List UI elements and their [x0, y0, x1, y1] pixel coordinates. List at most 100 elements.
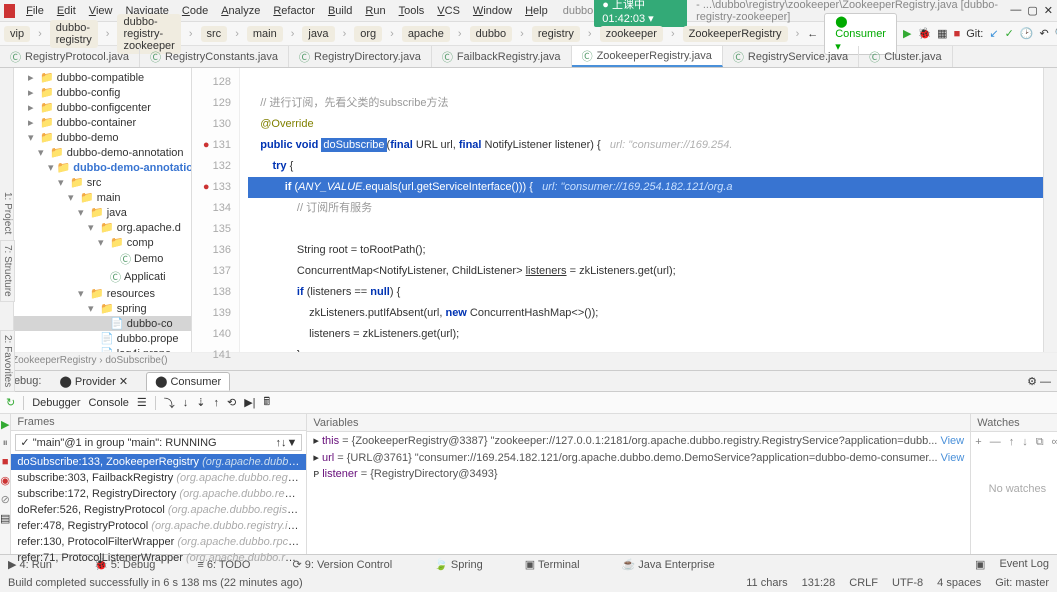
- step-out-icon[interactable]: ↑: [214, 397, 220, 409]
- step-into-icon[interactable]: ↓: [183, 397, 189, 409]
- thread-selector[interactable]: ✓ "main"@1 in group "main": RUNNING ↑↓▼: [15, 434, 302, 451]
- stop-debug-icon[interactable]: ■: [2, 456, 9, 468]
- frame-row[interactable]: refer:130, ProtocolFilterWrapper (org.ap…: [11, 534, 306, 550]
- tree-item-comp[interactable]: ▾📁comp: [14, 235, 191, 250]
- layout-icon[interactable]: ▤: [0, 512, 10, 525]
- force-step-into-icon[interactable]: ⇣: [196, 396, 205, 409]
- run-to-cursor-icon[interactable]: ▶|: [244, 396, 255, 409]
- toolwin-Terminal[interactable]: ▣ Terminal: [525, 558, 580, 571]
- debug-settings-icon[interactable]: ⚙ —: [1027, 375, 1051, 388]
- frame-row[interactable]: doRefer:526, RegistryProtocol (org.apach…: [11, 502, 306, 518]
- tree-item-dubbo-config[interactable]: ▸📁dubbo-config: [14, 85, 191, 100]
- coverage-icon[interactable]: ▦: [937, 27, 947, 40]
- menu-refactor[interactable]: Refactor: [267, 3, 321, 19]
- code-area[interactable]: // 进行订阅，先看父类的subscribe方法 @Override publi…: [240, 68, 1043, 352]
- git-update-icon[interactable]: ↙: [989, 27, 998, 40]
- favorites-tool-tab[interactable]: 2: Favorites: [0, 330, 15, 392]
- menu-code[interactable]: Code: [176, 3, 214, 19]
- up-watch-icon[interactable]: ↑: [1009, 436, 1015, 449]
- frame-row[interactable]: subscribe:172, RegistryDirectory (org.ap…: [11, 486, 306, 502]
- tree-item-Demo[interactable]: ⒸDemo: [14, 250, 191, 268]
- crumb-dubbo[interactable]: dubbo: [470, 26, 513, 42]
- tree-item-dubbo-demo-annotation[interactable]: ▾📁dubbo-demo-annotation: [14, 145, 191, 160]
- menu-run[interactable]: Run: [359, 3, 391, 19]
- frame-row[interactable]: subscribe:303, FailbackRegistry (org.apa…: [11, 470, 306, 486]
- editor-gutter[interactable]: 128129130● 131132● 133134135136137138139…: [192, 68, 240, 352]
- crumb-ZookeeperRegistry[interactable]: ZookeeperRegistry: [683, 26, 788, 42]
- tree-item-dubbo-co[interactable]: 📄dubbo-co: [14, 316, 191, 331]
- crumb-dubbo-registry[interactable]: dubbo-registry: [50, 20, 98, 48]
- tree-item-src[interactable]: ▾📁src: [14, 175, 191, 190]
- frame-row[interactable]: refer:478, RegistryProtocol (org.apache.…: [11, 518, 306, 534]
- status-cell[interactable]: 4 spaces: [937, 577, 981, 589]
- editor-breadcrumbs[interactable]: ZookeeperRegistry › doSubscribe(): [0, 352, 1057, 370]
- evaluate-icon[interactable]: 🖩: [264, 393, 271, 412]
- tab-Cluster.java[interactable]: ⒸCluster.java: [859, 46, 952, 67]
- crumb-src[interactable]: src: [201, 26, 228, 42]
- status-cell[interactable]: CRLF: [849, 577, 878, 589]
- run-icon[interactable]: ▶: [903, 27, 911, 40]
- project-tool-tab[interactable]: 1: Project: [0, 68, 14, 352]
- debug-icon[interactable]: 🐞: [917, 27, 931, 40]
- remove-watch-icon[interactable]: —: [990, 436, 1001, 449]
- toolwin-5Debug[interactable]: 🐞 5: Debug: [94, 558, 155, 571]
- variable-row[interactable]: ▸ url = {URL@3761} "consumer://169.254.1…: [307, 449, 970, 466]
- crumb-java[interactable]: java: [302, 26, 334, 42]
- tab-FailbackRegistry.java[interactable]: ⒸFailbackRegistry.java: [432, 46, 572, 67]
- structure-tool-tab[interactable]: 7: Structure: [0, 240, 15, 302]
- tree-item-Applicati[interactable]: ⒸApplicati: [14, 268, 191, 286]
- tree-item-log4j.prope[interactable]: 📄log4j.prope: [14, 346, 191, 352]
- debug-tab-Provider[interactable]: ⬤ Provider ✕: [51, 373, 136, 390]
- tab-RegistryDirectory.java[interactable]: ⒸRegistryDirectory.java: [289, 46, 432, 67]
- toolwin-6TODO[interactable]: ≡ 6: TODO: [197, 559, 250, 571]
- code-editor[interactable]: 128129130● 131132● 133134135136137138139…: [192, 68, 1043, 352]
- tree-item-resources[interactable]: ▾📁resources: [14, 286, 191, 301]
- tab-RegistryConstants.java[interactable]: ⒸRegistryConstants.java: [140, 46, 289, 67]
- menu-tools[interactable]: Tools: [393, 3, 431, 19]
- crumb-org[interactable]: org: [354, 26, 382, 42]
- git-history-icon[interactable]: 🕑: [1020, 27, 1034, 40]
- status-cell[interactable]: UTF-8: [892, 577, 923, 589]
- tree-item-main[interactable]: ▾📁main: [14, 190, 191, 205]
- frame-row[interactable]: refer:71, ProtocolListenerWrapper (org.a…: [11, 550, 306, 566]
- threads-icon[interactable]: ☰: [137, 396, 147, 409]
- tree-item-java[interactable]: ▾📁java: [14, 205, 191, 220]
- toolwin-JavaEnterprise[interactable]: ☕ Java Enterprise: [622, 558, 715, 571]
- copy-watch-icon[interactable]: ⧉: [1036, 436, 1044, 449]
- menu-help[interactable]: Help: [519, 3, 554, 19]
- frame-row[interactable]: doSubscribe:133, ZookeeperRegistry (org.…: [11, 454, 306, 470]
- link-watch-icon[interactable]: ∞: [1052, 436, 1057, 449]
- variable-row[interactable]: ᴘ listener = {RegistryDirectory@3493}: [307, 466, 970, 482]
- tree-item-dubbo-container[interactable]: ▸📁dubbo-container: [14, 115, 191, 130]
- tree-item-dubbo-compatible[interactable]: ▸📁dubbo-compatible: [14, 70, 191, 85]
- tree-item-spring[interactable]: ▾📁spring: [14, 301, 191, 316]
- step-over-icon[interactable]: ⤵: [164, 395, 175, 411]
- menu-window[interactable]: Window: [467, 3, 518, 19]
- menu-analyze[interactable]: Analyze: [215, 3, 266, 19]
- tree-item-org.apache.d[interactable]: ▾📁org.apache.d: [14, 220, 191, 235]
- tab-RegistryService.java[interactable]: ⒸRegistryService.java: [723, 46, 859, 67]
- rerun-icon[interactable]: ↻: [6, 396, 15, 409]
- back-icon[interactable]: ←: [807, 28, 818, 40]
- down-watch-icon[interactable]: ↓: [1022, 436, 1028, 449]
- toolwin-Spring[interactable]: 🍃 Spring: [434, 558, 483, 571]
- mute-breakpoints-icon[interactable]: ⊘: [1, 493, 10, 506]
- project-tree[interactable]: ▸📁dubbo-compatible▸📁dubbo-config ▸📁dubbo-…: [14, 68, 192, 352]
- crumb-vip[interactable]: vip: [4, 26, 30, 42]
- status-cell[interactable]: 131:28: [802, 577, 836, 589]
- crumb-zookeeper[interactable]: zookeeper: [600, 26, 663, 42]
- crumb-main[interactable]: main: [247, 26, 283, 42]
- menu-vcs[interactable]: VCS: [431, 3, 466, 19]
- resume-icon[interactable]: ▶: [1, 418, 9, 431]
- view-breakpoints-icon[interactable]: ◉: [0, 474, 10, 487]
- tree-item-dubbo-demo-annotation[interactable]: ▾📁dubbo-demo-annotation: [14, 160, 191, 175]
- drop-frame-icon[interactable]: ⟲: [227, 396, 236, 409]
- debugger-subtab[interactable]: Debugger: [32, 397, 80, 409]
- menu-view[interactable]: View: [83, 3, 119, 19]
- menu-edit[interactable]: Edit: [51, 3, 82, 19]
- tab-RegistryProtocol.java[interactable]: ⒸRegistryProtocol.java: [0, 46, 140, 67]
- menu-file[interactable]: File: [20, 3, 50, 19]
- pause-icon[interactable]: ⏸: [2, 437, 8, 450]
- stop-icon[interactable]: ■: [954, 28, 961, 40]
- crumb-registry[interactable]: registry: [532, 26, 580, 42]
